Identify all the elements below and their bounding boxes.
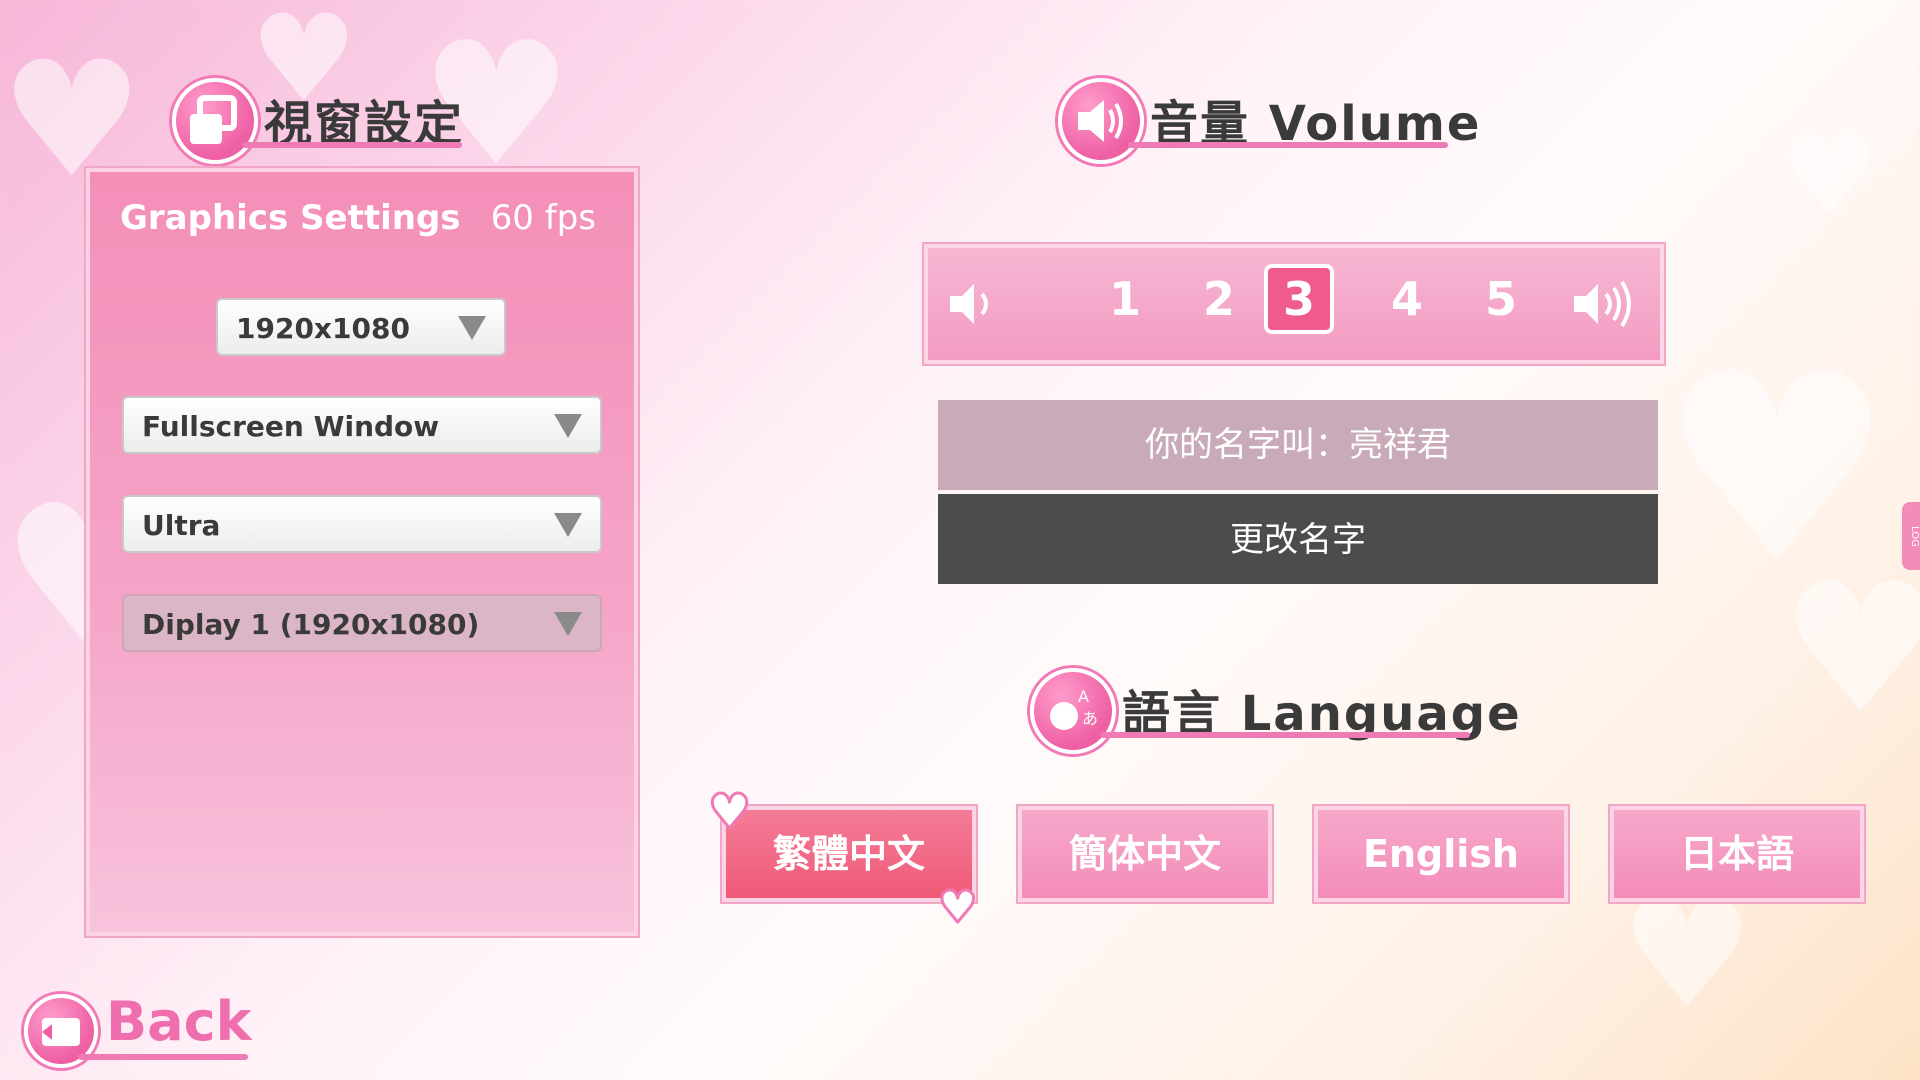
volume-down-icon[interactable] [944,274,1004,338]
background-heart-icon: ♥ [1620,868,1755,1042]
svg-text:あ: あ [1082,709,1098,728]
graphics-settings-heading: Graphics Settings [120,198,461,238]
title-underline [1128,142,1448,148]
title-underline [242,142,462,148]
language-option-english[interactable]: English [1314,806,1568,902]
volume-level-2[interactable]: 2 [1188,268,1250,330]
chevron-down-icon [554,513,582,537]
back-button[interactable]: Back [18,990,252,1070]
player-name-display: 你的名字叫：亮祥君 [938,400,1658,490]
background-heart-icon: ♥ [1780,545,1920,754]
resolution-value: 1920x1080 [236,312,410,345]
language-icon: A あ [1030,668,1116,754]
chevron-down-icon [458,316,486,340]
window-settings-title: 視窗設定 [172,78,462,168]
chevron-down-icon [554,414,582,438]
back-label: Back [106,990,252,1053]
heart-icon: ♥ [936,882,978,933]
title-underline [1100,732,1470,738]
language-option-japanese[interactable]: 日本語 [1610,806,1864,902]
volume-up-icon[interactable] [1568,274,1640,338]
title-underline [78,1054,248,1060]
quality-dropdown[interactable]: Ultra [122,495,602,553]
background-heart-icon: ♥ [1780,111,1879,239]
chevron-down-icon [554,612,582,636]
language-title: A あ 語言 Language [1030,668,1520,758]
language-option-simplified-chinese[interactable]: 簡体中文 [1018,806,1272,902]
display-value: Diplay 1 (1920x1080) [142,608,480,641]
window-mode-value: Fullscreen Window [142,410,440,443]
display-dropdown[interactable]: Diplay 1 (1920x1080) [122,594,602,652]
speaker-icon [1058,78,1144,164]
window-mode-dropdown[interactable]: Fullscreen Window [122,396,602,454]
volume-level-1[interactable]: 1 [1094,268,1156,330]
background-heart-icon: ♥ [1660,319,1894,621]
volume-level-3[interactable]: 3 [1264,264,1334,334]
volume-level-4[interactable]: 4 [1376,268,1438,330]
volume-title: 音量 Volume [1058,78,1479,168]
graphics-settings-panel: Graphics Settings 60 fps 1920x1080 Fulls… [86,168,638,936]
change-name-button[interactable]: 更改名字 [938,494,1658,584]
volume-level-5[interactable]: 5 [1470,268,1532,330]
heart-icon: ♥ [706,784,752,840]
volume-selector: 1 2 3 4 5 [924,244,1664,364]
log-tab[interactable]: LOG [1902,502,1920,570]
quality-value: Ultra [142,509,221,542]
svg-text:A: A [1078,687,1089,706]
fps-readout: 60 fps [490,198,596,238]
window-icon [172,78,258,164]
resolution-dropdown[interactable]: 1920x1080 [216,298,506,356]
